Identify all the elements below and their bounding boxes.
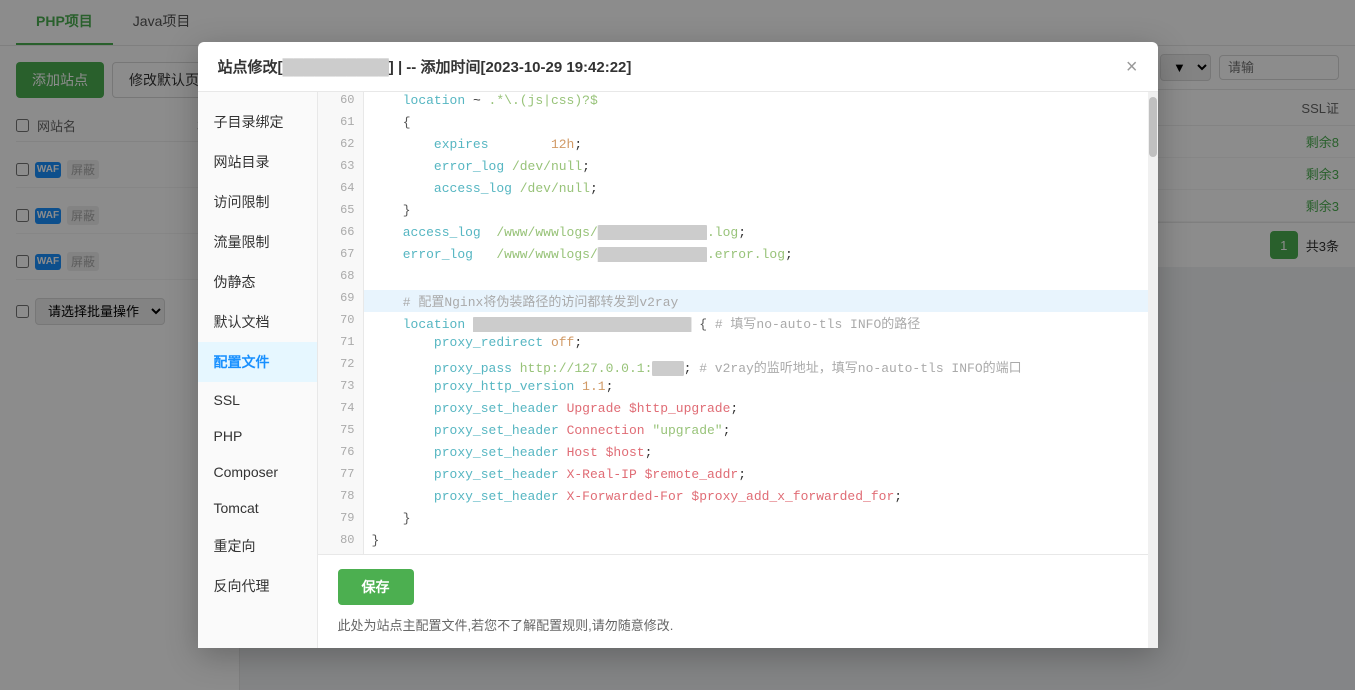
code-line-67: 67 error_log /www/wwwlogs/██████████████… <box>318 246 1148 268</box>
modal-overlay: 站点修改[██████████] | -- 添加时间[2023-10-29 19… <box>0 0 1355 690</box>
modal-nav: 子目录绑定 网站目录 访问限制 流量限制 伪静态 默认文档 配置文件 SSL P… <box>198 92 318 648</box>
code-line-71: 71 proxy_redirect off; <box>318 334 1148 356</box>
code-line-76: 76 proxy_set_header Host $host; <box>318 444 1148 466</box>
modal-title-redacted: ██████████ <box>283 59 389 76</box>
bg-page: PHP项目 Java项目 添加站点 修改默认页 网站名 状态 WAF 屏蔽 运行 <box>0 0 1355 690</box>
nav-composer[interactable]: Composer <box>198 454 317 490</box>
code-line-77: 77 proxy_set_header X-Real-IP $remote_ad… <box>318 466 1148 488</box>
nav-ssl[interactable]: SSL <box>198 382 317 418</box>
code-line-73: 73 proxy_http_version 1.1; <box>318 378 1148 400</box>
modal-scrollbar[interactable] <box>1148 92 1158 648</box>
code-line-80: 80 } <box>318 532 1148 554</box>
code-line-61: 61 { <box>318 114 1148 136</box>
scrollbar-thumb <box>1149 97 1157 157</box>
code-line-60: 60 location ~ .*\.(js|css)?$ <box>318 92 1148 114</box>
modal-title: 站点修改[██████████] | -- 添加时间[2023-10-29 19… <box>218 56 632 77</box>
modal-close-button[interactable]: × <box>1126 57 1138 77</box>
nav-webdir[interactable]: 网站目录 <box>198 142 317 182</box>
nav-reverse-proxy[interactable]: 反向代理 <box>198 566 317 606</box>
code-line-72: 72 proxy_pass http://127.0.0.1:████; # v… <box>318 356 1148 378</box>
nav-tomcat[interactable]: Tomcat <box>198 490 317 526</box>
code-line-79: 79 } <box>318 510 1148 532</box>
code-line-78: 78 proxy_set_header X-Forwarded-For $pro… <box>318 488 1148 510</box>
modal-main: 60 location ~ .*\.(js|css)?$ 61 { 62 <box>318 92 1148 648</box>
modal-dialog: 站点修改[██████████] | -- 添加时间[2023-10-29 19… <box>198 42 1158 648</box>
nav-php[interactable]: PHP <box>198 418 317 454</box>
nav-default-doc[interactable]: 默认文档 <box>198 302 317 342</box>
code-line-64: 64 access_log /dev/null; <box>318 180 1148 202</box>
nav-config-file[interactable]: 配置文件 <box>198 342 317 382</box>
nav-traffic[interactable]: 流量限制 <box>198 222 317 262</box>
nav-redirect[interactable]: 重定向 <box>198 526 317 566</box>
code-line-65: 65 } <box>318 202 1148 224</box>
code-line-75: 75 proxy_set_header Connection "upgrade"… <box>318 422 1148 444</box>
footer-note: 此处为站点主配置文件,若您不了解配置规则,请勿随意修改. <box>338 618 674 633</box>
save-button[interactable]: 保存 <box>338 569 414 605</box>
code-line-69: 69 # 配置Nginx将伪装路径的访问都转发到v2ray <box>318 290 1148 312</box>
code-line-63: 63 error_log /dev/null; <box>318 158 1148 180</box>
code-editor[interactable]: 60 location ~ .*\.(js|css)?$ 61 { 62 <box>318 92 1148 554</box>
nav-access[interactable]: 访问限制 <box>198 182 317 222</box>
modal-body: 子目录绑定 网站目录 访问限制 流量限制 伪静态 默认文档 配置文件 SSL P… <box>198 92 1158 648</box>
code-line-66: 66 access_log /www/wwwlogs/█████████████… <box>318 224 1148 246</box>
code-line-74: 74 proxy_set_header Upgrade $http_upgrad… <box>318 400 1148 422</box>
nav-rewrite[interactable]: 伪静态 <box>198 262 317 302</box>
nav-subdir[interactable]: 子目录绑定 <box>198 102 317 142</box>
code-line-70: 70 location ████████████████████████████… <box>318 312 1148 334</box>
code-line-62: 62 expires 12h; <box>318 136 1148 158</box>
modal-footer: 保存 此处为站点主配置文件,若您不了解配置规则,请勿随意修改. <box>318 554 1148 648</box>
code-line-68: 68 <box>318 268 1148 290</box>
modal-header: 站点修改[██████████] | -- 添加时间[2023-10-29 19… <box>198 42 1158 92</box>
